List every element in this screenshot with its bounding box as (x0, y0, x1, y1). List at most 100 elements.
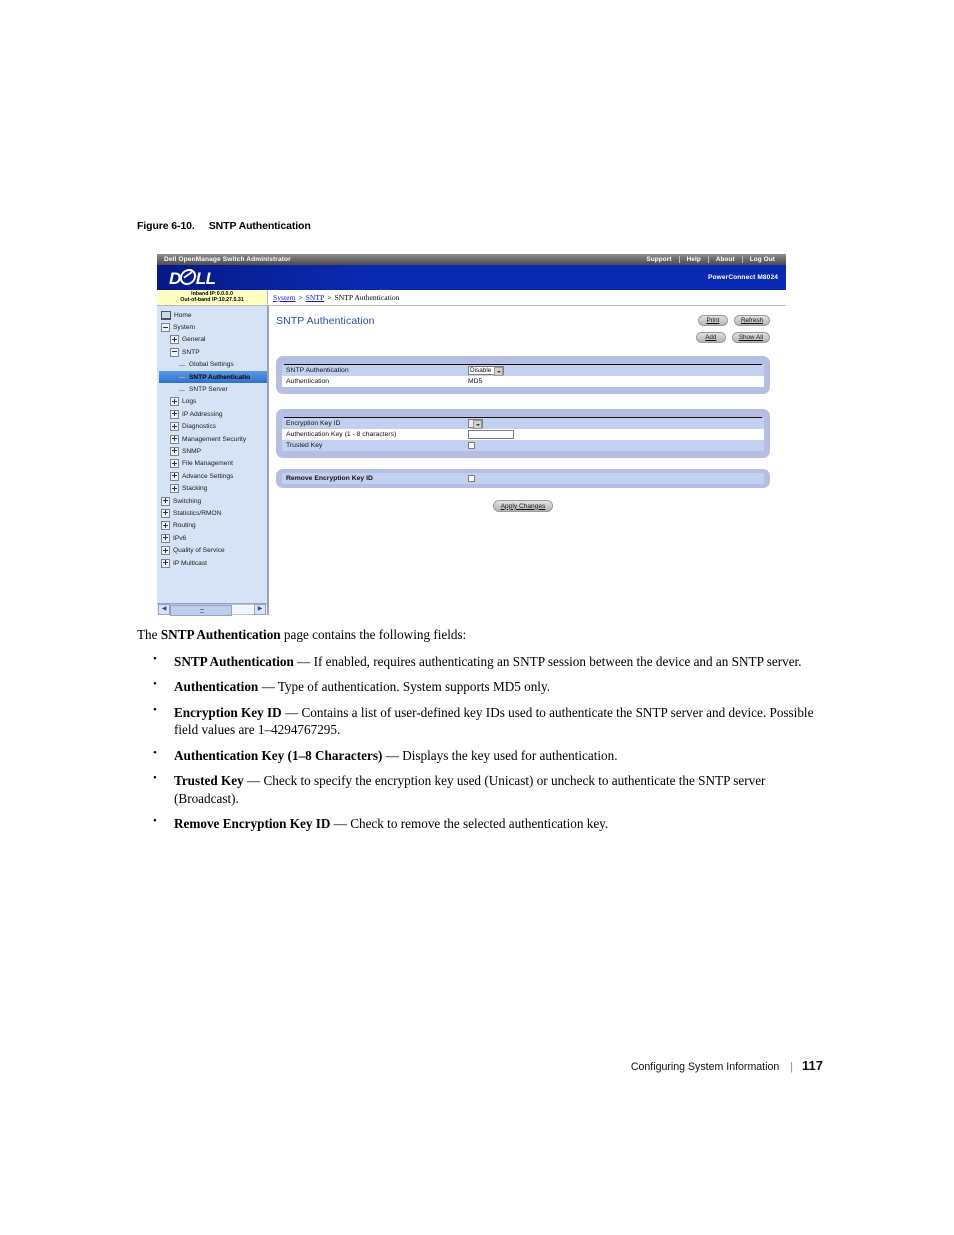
sidebar-item-label: Diagnostics (182, 423, 217, 431)
bullet-term: Trusted Key (174, 773, 244, 789)
encryption-key-id-select[interactable] (468, 419, 483, 428)
list-item: Authentication — Type of authentication.… (137, 677, 815, 696)
dell-logo: D LL (169, 268, 216, 287)
sidebar-horizontal-scrollbar[interactable]: ◀ ▶ (157, 603, 267, 616)
remove-key-panel: Remove Encryption Key ID (276, 469, 770, 488)
collapse-minus-icon[interactable] (170, 347, 179, 357)
embedded-screenshot: Dell OpenManage Switch Administrator Sup… (157, 254, 786, 618)
expand-plus-icon[interactable] (170, 446, 179, 456)
scroll-left-arrow-icon[interactable]: ◀ (158, 604, 170, 615)
support-link[interactable]: Support (639, 256, 678, 263)
expand-plus-icon[interactable] (170, 422, 179, 432)
trusted-key-checkbox[interactable] (468, 442, 475, 449)
authentication-key-input[interactable] (468, 430, 514, 439)
breadcrumb-item-system[interactable]: System (273, 293, 295, 302)
bullet-term: SNTP Authentication (174, 653, 294, 669)
sidebar-item-ipv6[interactable]: IPv6 (159, 532, 267, 544)
expand-plus-icon[interactable] (161, 521, 170, 531)
lead-post: page contains the following fields: (280, 627, 467, 642)
expand-plus-icon[interactable] (170, 434, 179, 444)
expand-plus-icon[interactable] (170, 409, 179, 419)
sidebar-item-quality-of-service[interactable]: Quality of Service (159, 544, 267, 556)
expand-plus-icon[interactable] (170, 459, 179, 469)
field-label: Authentication (286, 378, 330, 385)
field-value: Disable (468, 366, 764, 376)
sidebar-item-general[interactable]: General (159, 334, 267, 346)
bullet-description: Type of authentication. System supports … (277, 679, 551, 695)
sidebar-item-label: IP Multicast (173, 559, 207, 567)
field-value (468, 419, 764, 429)
home-icon (161, 310, 171, 320)
sidebar-item-advance-settings[interactable]: Advance Settings (159, 470, 267, 482)
sidebar-item-sntp-authenticatio[interactable]: SNTP Authenticatio (159, 370, 267, 384)
sntp-authentication-select[interactable]: Disable (468, 366, 504, 375)
bullet-term: Encryption Key ID (174, 704, 282, 720)
sidebar-item-file-management[interactable]: File Management (159, 458, 267, 470)
app-title: Dell OpenManage Switch Administrator (164, 256, 291, 263)
sidebar-item-management-security[interactable]: Management Security (159, 433, 267, 445)
bullet-term: Authentication Key (1–8 Characters) (174, 747, 383, 763)
sidebar-item-sntp[interactable]: SNTP (159, 346, 267, 358)
sidebar-item-label: File Management (182, 460, 233, 468)
scroll-right-arrow-icon[interactable]: ▶ (254, 604, 266, 615)
sidebar-item-label: Advance Settings (182, 472, 234, 480)
expand-plus-icon[interactable] (170, 335, 179, 345)
list-item: Authentication Key (1–8 Characters) — Di… (137, 746, 815, 765)
print-button[interactable]: Print (697, 315, 728, 326)
footer-separator: | (790, 1061, 794, 1073)
help-link[interactable]: Help (680, 256, 708, 263)
bullet-description: Check to remove the selected authenticat… (350, 816, 609, 832)
sidebar-item-sntp-server[interactable]: SNTP Server (159, 383, 267, 395)
log-out-link[interactable]: Log Out (743, 256, 782, 263)
sntp-settings-panel: SNTP Authentication Disable Authenticati… (276, 356, 770, 394)
sidebar-item-stacking[interactable]: Stacking (159, 482, 267, 494)
breadcrumb-item-sntp[interactable]: SNTP (306, 293, 325, 302)
sidebar-item-ip-addressing[interactable]: IP Addressing (159, 408, 267, 420)
breadcrumb-separator: > (298, 293, 303, 302)
figure-title: SNTP Authentication (208, 220, 311, 232)
dell-logo-e-icon (179, 269, 198, 285)
sidebar-item-snmp[interactable]: SNMP (159, 445, 267, 457)
expand-plus-icon[interactable] (170, 484, 179, 494)
ip-status-box: Inband IP:0.0.0.0 Out-of-band IP:10.27.5… (157, 290, 268, 305)
sidebar-item-diagnostics[interactable]: Diagnostics (159, 421, 267, 433)
sidebar-item-routing[interactable]: Routing (159, 520, 267, 532)
sidebar-item-global-settings[interactable]: Global Settings (159, 359, 267, 371)
field-label: SNTP Authentication (286, 367, 349, 374)
remove-encryption-key-id-checkbox[interactable] (468, 475, 475, 482)
expand-plus-icon[interactable] (170, 397, 179, 407)
refresh-button[interactable]: Refresh (733, 315, 770, 326)
sidebar-item-statistics-rmon[interactable]: Statistics/RMON (159, 507, 267, 519)
show-all-button[interactable]: Show All (731, 332, 770, 343)
figure-caption: Figure 6-10. SNTP Authentication (137, 220, 311, 232)
field-label: Encryption Key ID (286, 420, 341, 427)
collapse-minus-icon[interactable] (161, 323, 170, 333)
expand-plus-icon[interactable] (161, 496, 170, 506)
page-number: 117 (802, 1058, 823, 1073)
sidebar-item-label: Routing (173, 522, 196, 530)
sidebar-item-home[interactable]: Home (159, 309, 267, 321)
expand-plus-icon[interactable] (161, 508, 170, 518)
add-button[interactable]: Add (695, 332, 726, 343)
sidebar-item-ip-multicast[interactable]: IP Multicast (159, 557, 267, 569)
sidebar-item-system[interactable]: System (159, 321, 267, 333)
lead-pre: The (137, 627, 161, 642)
bullet-dash: — (243, 773, 264, 789)
field-row-sntp-authentication: SNTP Authentication Disable (282, 365, 764, 376)
expand-plus-icon[interactable] (170, 471, 179, 481)
expand-plus-icon[interactable] (161, 546, 170, 556)
scrollbar-track[interactable] (170, 604, 254, 616)
sidebar-item-logs[interactable]: Logs (159, 396, 267, 408)
brand-band: D LL PowerConnect M8024 (157, 265, 786, 290)
sidebar-item-label: Home (174, 311, 192, 319)
field-label: Trusted Key (286, 442, 323, 449)
expand-plus-icon[interactable] (161, 558, 170, 568)
field-row-authentication: Authentication MD5 (282, 376, 764, 387)
scrollbar-thumb[interactable] (170, 605, 233, 616)
main-content: SNTP Authentication Print Refresh Add Sh… (268, 306, 786, 615)
sidebar-item-switching[interactable]: Switching (159, 495, 267, 507)
about-link[interactable]: About (709, 256, 742, 263)
bullet-description: If enabled, requires authenticating an S… (313, 653, 802, 669)
apply-changes-button[interactable]: Apply Changes (492, 500, 554, 512)
expand-plus-icon[interactable] (161, 533, 170, 543)
